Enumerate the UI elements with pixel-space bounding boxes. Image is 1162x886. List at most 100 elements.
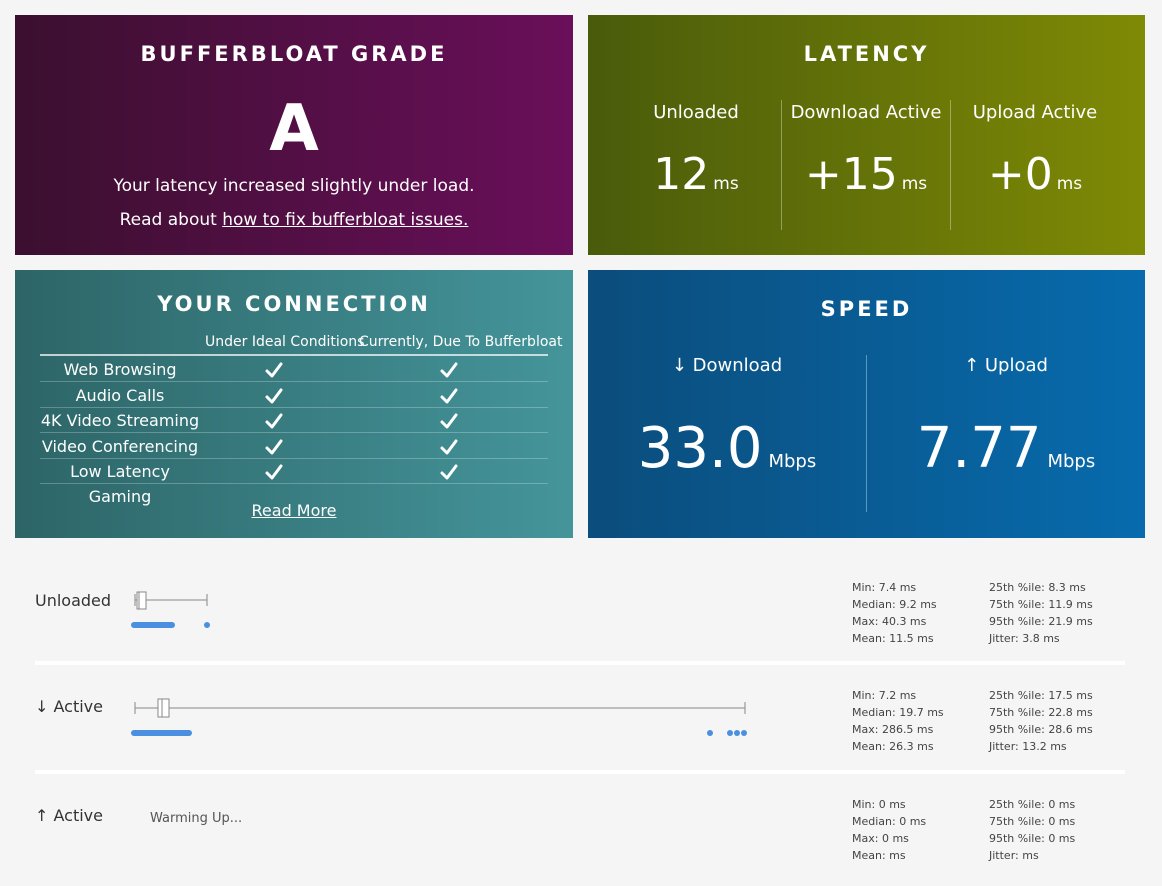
stat-min: Min: 0 ms xyxy=(852,798,906,811)
upload-label: ↑ Upload xyxy=(964,355,1048,376)
download-active-stats-left: Min: 7.2 ms Median: 19.7 ms Max: 286.5 m… xyxy=(852,687,944,755)
latency-value: 12 xyxy=(653,149,710,200)
check-icon xyxy=(264,411,284,431)
grade-description: Your latency increased slightly under lo… xyxy=(113,176,475,196)
stat-p25: 25th %ile: 17.5 ms xyxy=(989,689,1093,702)
iqr-box xyxy=(136,591,147,610)
stat-p75: 75th %ile: 22.8 ms xyxy=(989,706,1093,719)
latency-value: +15 xyxy=(804,149,898,200)
connection-title: YOUR CONNECTION xyxy=(157,292,431,316)
latency-unit: ms xyxy=(901,174,928,194)
download-label: ↓ Download xyxy=(671,355,783,376)
download-unit: Mbps xyxy=(768,451,817,472)
section-label-upload-active: ↑ Active xyxy=(35,806,103,825)
table-row: Audio Calls xyxy=(40,383,548,408)
stat-max: Max: 40.3 ms xyxy=(852,615,927,628)
speed-title: SPEED xyxy=(820,297,913,321)
latency-download-active: Download Active +15 ms xyxy=(781,100,951,230)
speed-card: SPEED ↓ Download 33.0 Mbps ↑ Upload 7.77 M… xyxy=(588,270,1145,538)
check-icon xyxy=(264,360,284,380)
latency-label: Unloaded xyxy=(653,102,739,123)
fix-bufferbloat-link[interactable]: how to fix bufferbloat issues. xyxy=(222,210,468,230)
table-row: Low Latency Gaming xyxy=(40,459,548,506)
latency-value: +0 xyxy=(987,149,1053,200)
dot-cluster xyxy=(131,730,192,736)
check-icon xyxy=(264,462,284,482)
stat-jitter: Jitter: ms xyxy=(989,849,1039,862)
connection-card: YOUR CONNECTION Under Ideal Conditions C… xyxy=(15,270,573,538)
stat-p95: 95th %ile: 21.9 ms xyxy=(989,615,1093,628)
bufferbloat-grade-card: BUFFERBLOAT GRADE A Your latency increas… xyxy=(15,15,573,255)
stat-mean: Mean: 26.3 ms xyxy=(852,740,934,753)
activity-name: 4K Video Streaming xyxy=(40,411,200,430)
stat-jitter: Jitter: 3.8 ms xyxy=(989,632,1060,645)
stat-p25: 25th %ile: 0 ms xyxy=(989,798,1076,811)
outlier-dot xyxy=(734,730,740,736)
latency-title: LATENCY xyxy=(803,42,930,66)
upload-value: 7.77 xyxy=(916,416,1042,481)
latency-unit: ms xyxy=(713,174,739,194)
activity-name: Web Browsing xyxy=(63,360,177,379)
outlier-dot xyxy=(204,622,210,628)
stat-p75: 75th %ile: 0 ms xyxy=(989,815,1076,828)
grade-letter: A xyxy=(269,92,319,166)
activity-name: Video Conferencing xyxy=(41,436,199,456)
stat-p95: 95th %ile: 0 ms xyxy=(989,832,1076,845)
latency-label: Upload Active xyxy=(972,102,1098,123)
outlier-dot xyxy=(741,730,747,736)
grade-read-line: Read about how to fix bufferbloat issues… xyxy=(15,210,573,230)
check-icon xyxy=(264,437,284,457)
stat-p95: 95th %ile: 28.6 ms xyxy=(989,723,1093,736)
download-value: 33.0 xyxy=(637,416,763,481)
stat-max: Max: 286.5 ms xyxy=(852,723,934,736)
unloaded-box-plot xyxy=(131,591,210,628)
check-icon xyxy=(439,411,459,431)
stat-max: Max: 0 ms xyxy=(852,832,909,845)
grade-read-prefix: Read about xyxy=(119,210,223,230)
stat-jitter: Jitter: 13.2 ms xyxy=(989,740,1067,753)
read-more-link[interactable]: Read More xyxy=(15,501,573,520)
header-current: Currently, Due To Bufferbloat xyxy=(359,334,563,350)
upload-unit: Mbps xyxy=(1047,451,1096,472)
stat-min: Min: 7.4 ms xyxy=(852,581,917,594)
check-icon xyxy=(439,386,459,406)
stat-min: Min: 7.2 ms xyxy=(852,689,917,702)
stat-p75: 75th %ile: 11.9 ms xyxy=(989,598,1093,611)
table-row: 4K Video Streaming xyxy=(40,408,548,433)
warming-up-status: Warming Up... xyxy=(150,811,243,826)
section-label-unloaded: Unloaded xyxy=(35,591,112,610)
table-row: Video Conferencing xyxy=(40,434,548,459)
outlier-dot xyxy=(727,730,733,736)
stat-mean: Mean: ms xyxy=(852,849,906,862)
check-icon xyxy=(439,360,459,380)
grade-title: BUFFERBLOAT GRADE xyxy=(140,42,448,66)
speed-download: ↓ Download 33.0 Mbps xyxy=(588,355,866,481)
stat-median: Median: 0 ms xyxy=(852,815,927,828)
download-active-box-plot xyxy=(131,698,747,736)
latency-unit: ms xyxy=(1056,174,1083,194)
check-icon xyxy=(439,437,459,457)
latency-upload-active: Upload Active +0 ms xyxy=(950,100,1120,230)
unloaded-stats-right: 25th %ile: 8.3 ms 75th %ile: 11.9 ms 95t… xyxy=(989,579,1093,647)
section-label-download-active: ↓ Active xyxy=(35,697,103,716)
speed-upload: ↑ Upload 7.77 Mbps xyxy=(867,355,1145,481)
download-active-stats-right: 25th %ile: 17.5 ms 75th %ile: 22.8 ms 95… xyxy=(989,687,1093,755)
stat-p25: 25th %ile: 8.3 ms xyxy=(989,581,1086,594)
section-divider xyxy=(35,661,1125,665)
upload-active-stats-right: 25th %ile: 0 ms 75th %ile: 0 ms 95th %il… xyxy=(989,796,1075,864)
check-icon xyxy=(439,462,459,482)
stat-median: Median: 9.2 ms xyxy=(852,598,937,611)
table-row: Web Browsing xyxy=(40,357,548,382)
upload-active-stats-left: Min: 0 ms Median: 0 ms Max: 0 ms Mean: m… xyxy=(852,796,926,864)
stat-median: Median: 19.7 ms xyxy=(852,706,944,719)
dot-cluster xyxy=(131,622,175,628)
iqr-box xyxy=(157,698,170,718)
section-divider xyxy=(35,770,1125,774)
stat-mean: Mean: 11.5 ms xyxy=(852,632,934,645)
outlier-dot xyxy=(707,730,713,736)
latency-card: LATENCY Unloaded 12 ms Download Active +1… xyxy=(588,15,1145,255)
unloaded-stats-left: Min: 7.4 ms Median: 9.2 ms Max: 40.3 ms … xyxy=(852,579,937,647)
table-header-rule xyxy=(40,354,548,356)
latency-label: Download Active xyxy=(790,102,942,123)
latency-unloaded: Unloaded 12 ms xyxy=(611,100,781,230)
